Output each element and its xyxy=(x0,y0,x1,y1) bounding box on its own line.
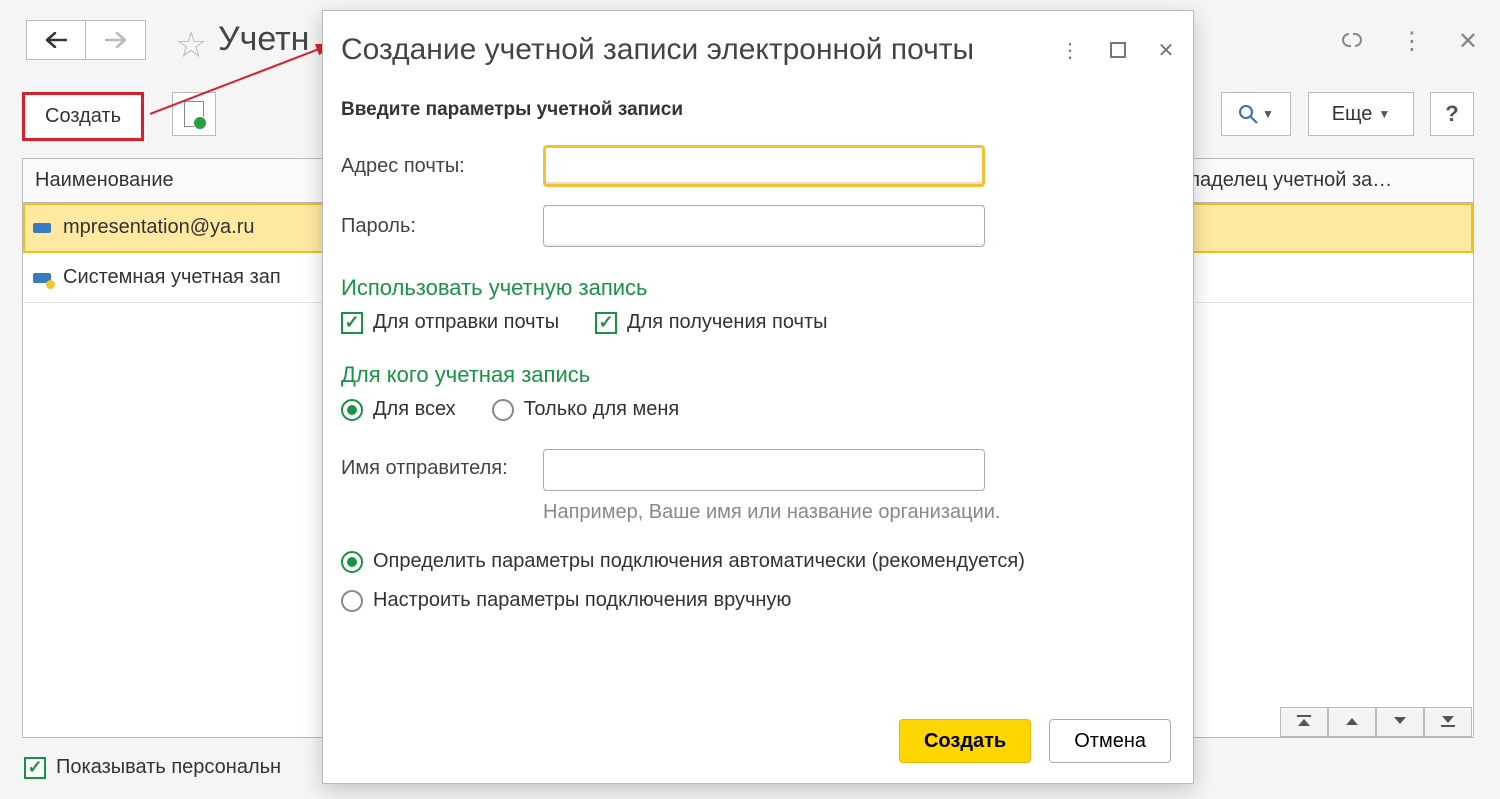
radio-selected-icon xyxy=(341,399,363,421)
email-input[interactable] xyxy=(543,145,985,187)
scroll-top-icon xyxy=(1296,714,1312,728)
dialog-kebab-icon[interactable]: ⋮ xyxy=(1057,37,1083,63)
radio-for-me[interactable]: Только для меня xyxy=(492,398,680,421)
kebab-menu-icon[interactable]: ⋮ xyxy=(1400,27,1424,56)
column-header-owner[interactable]: Владелец учетной за… xyxy=(1163,159,1473,202)
sender-name-label: Имя отправителя: xyxy=(341,449,543,480)
list-nav-buttons xyxy=(1280,707,1472,737)
sender-name-hint: Например, Ваше имя или название организа… xyxy=(543,501,985,524)
checkbox-send-label: Для отправки почты xyxy=(373,311,559,334)
scroll-down-icon xyxy=(1392,715,1408,727)
chevron-down-icon: ▼ xyxy=(1378,107,1390,121)
dialog-cancel-button[interactable]: Отмена xyxy=(1049,719,1171,763)
nav-buttons xyxy=(26,20,146,60)
scroll-bottom-icon xyxy=(1440,714,1456,728)
radio-for-all-label: Для всех xyxy=(373,398,456,421)
password-label: Пароль: xyxy=(341,215,543,238)
show-personal-label: Показывать персональн xyxy=(56,756,281,779)
chevron-down-icon: ▼ xyxy=(1262,107,1274,121)
dialog-header: Создание учетной записи электронной почт… xyxy=(323,11,1193,67)
back-button[interactable] xyxy=(26,20,86,60)
scroll-up-button[interactable] xyxy=(1328,707,1376,737)
checkbox-receive-mail[interactable]: ✓ Для получения почты xyxy=(595,311,827,334)
radio-conn-manual-label: Настроить параметры подключения вручную xyxy=(373,589,791,612)
mail-account-icon xyxy=(33,223,51,233)
dialog-subtitle: Введите параметры учетной записи xyxy=(341,99,1175,121)
search-dropdown-button[interactable]: ▼ xyxy=(1221,92,1291,136)
create-button[interactable]: Создать xyxy=(22,92,144,141)
radio-for-all[interactable]: Для всех xyxy=(341,398,456,421)
for-whom-header: Для кого учетная запись xyxy=(341,362,1175,388)
dialog-title: Создание учетной записи электронной почт… xyxy=(341,33,1057,67)
help-button[interactable]: ? xyxy=(1430,92,1474,136)
close-window-icon[interactable]: ✕ xyxy=(1458,27,1478,56)
show-personal-checkbox[interactable]: ✓ Показывать персональн xyxy=(24,756,281,779)
arrow-right-icon xyxy=(105,32,127,48)
scroll-down-button[interactable] xyxy=(1376,707,1424,737)
dialog-create-button[interactable]: Создать xyxy=(899,719,1031,763)
dialog-maximize-icon[interactable] xyxy=(1105,37,1131,63)
forward-button[interactable] xyxy=(86,20,146,60)
radio-unselected-icon xyxy=(492,399,514,421)
radio-conn-manual[interactable]: Настроить параметры подключения вручную xyxy=(341,589,1175,612)
row-label: Системная учетная зап xyxy=(63,266,281,289)
dialog-close-icon[interactable]: ✕ xyxy=(1153,37,1179,63)
email-label: Адрес почты: xyxy=(341,155,543,178)
use-account-header: Использовать учетную запись xyxy=(341,275,1175,301)
scroll-top-button[interactable] xyxy=(1280,707,1328,737)
checkbox-icon: ✓ xyxy=(24,757,46,779)
system-mail-account-icon xyxy=(33,273,51,283)
password-input[interactable] xyxy=(543,205,985,247)
scroll-up-icon xyxy=(1344,715,1360,727)
create-email-account-dialog: Создание учетной записи электронной почт… xyxy=(322,10,1194,784)
radio-conn-auto[interactable]: Определить параметры подключения автомат… xyxy=(341,550,1175,573)
radio-conn-auto-label: Определить параметры подключения автомат… xyxy=(373,550,1025,573)
more-button-label: Еще xyxy=(1332,103,1373,126)
checkbox-checked-icon: ✓ xyxy=(595,312,617,334)
arrow-left-icon xyxy=(45,32,67,48)
radio-for-me-label: Только для меня xyxy=(524,398,680,421)
more-button[interactable]: Еще ▼ xyxy=(1308,92,1414,136)
new-doc-plus-icon xyxy=(184,101,204,127)
radio-selected-icon xyxy=(341,551,363,573)
checkbox-checked-icon: ✓ xyxy=(341,312,363,334)
page-title: Учетн xyxy=(218,20,309,59)
checkbox-send-mail[interactable]: ✓ Для отправки почты xyxy=(341,311,559,334)
checkbox-receive-label: Для получения почты xyxy=(627,311,827,334)
radio-unselected-icon xyxy=(341,590,363,612)
link-icon[interactable] xyxy=(1338,26,1366,57)
create-from-template-button[interactable] xyxy=(172,92,216,136)
sender-name-input[interactable] xyxy=(543,449,985,491)
search-icon xyxy=(1238,104,1258,124)
favorite-star-icon[interactable]: ☆ xyxy=(175,24,207,66)
window-controls: ⋮ ✕ xyxy=(1338,26,1478,57)
scroll-bottom-button[interactable] xyxy=(1424,707,1472,737)
row-label: mpresentation@ya.ru xyxy=(63,216,255,239)
